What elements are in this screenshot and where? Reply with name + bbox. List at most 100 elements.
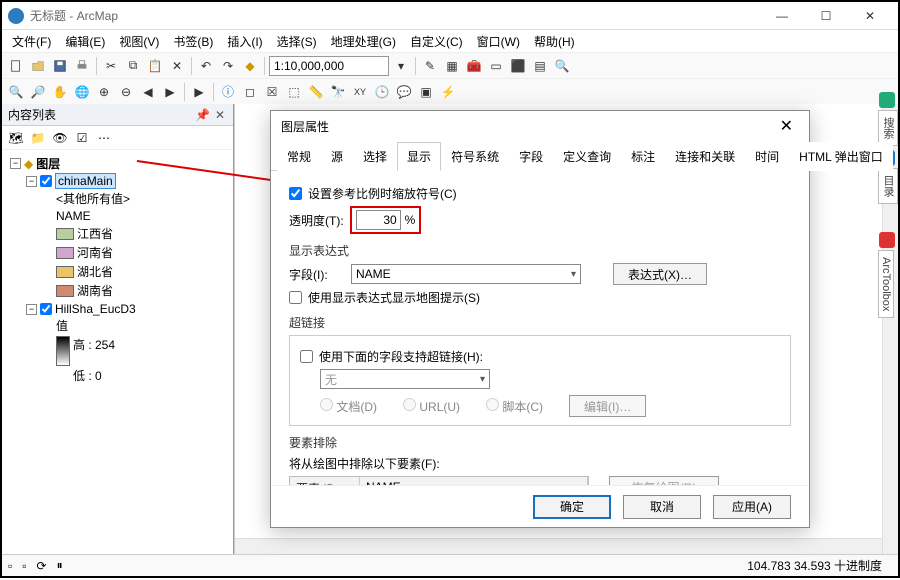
restore-drawing-button[interactable]: 恢复绘图(R)	[609, 476, 719, 485]
menu-view[interactable]: 视图(V)	[113, 31, 165, 52]
redo-icon[interactable]: ↷	[218, 56, 238, 76]
scale-symbols-checkbox[interactable]	[289, 187, 302, 200]
tab-fields[interactable]: 字段	[509, 142, 553, 171]
measure-icon[interactable]: 📏	[306, 82, 326, 102]
menu-insert[interactable]: 插入(I)	[221, 31, 268, 52]
fixed-zoom-in-icon[interactable]: ⊕	[94, 82, 114, 102]
tab-joins[interactable]: 连接和关联	[665, 142, 745, 171]
toc-pin-icon[interactable]: 📌	[196, 108, 210, 122]
paste-icon[interactable]: 📋	[145, 56, 165, 76]
hyperlink-enable-checkbox[interactable]	[300, 350, 313, 363]
layer-checkbox[interactable]	[40, 175, 52, 187]
maximize-button[interactable]: ☐	[804, 2, 848, 30]
legend-item[interactable]: 河南省	[77, 244, 113, 261]
field-combo[interactable]: NAME▾	[351, 264, 581, 284]
back-extent-icon[interactable]: ◀	[138, 82, 158, 102]
hyperlink-icon[interactable]: ⚡	[438, 82, 458, 102]
select-features-icon[interactable]: ◻	[240, 82, 260, 102]
cut-icon[interactable]: ✂	[101, 56, 121, 76]
print-icon[interactable]	[72, 56, 92, 76]
layer-hillshade[interactable]: HillSha_EucD3	[55, 302, 136, 316]
scale-combo[interactable]: 1:10,000,000	[269, 56, 389, 76]
add-data-icon[interactable]: ◆	[240, 56, 260, 76]
zoom-in-icon[interactable]: 🔍	[6, 82, 26, 102]
tab-time[interactable]: 时间	[745, 142, 789, 171]
tab-html-popup[interactable]: HTML 弹出窗口	[789, 142, 893, 171]
list-by-selection-icon[interactable]: ☑	[72, 128, 92, 148]
view-data-icon[interactable]: ▫	[8, 559, 12, 573]
swatch-icon[interactable]	[56, 228, 74, 240]
pan-icon[interactable]: ✋	[50, 82, 70, 102]
list-by-drawing-icon[interactable]: 🗺	[6, 128, 26, 148]
delete-icon[interactable]: ✕	[167, 56, 187, 76]
html-popup-icon[interactable]: 💬	[394, 82, 414, 102]
menu-edit[interactable]: 编辑(E)	[59, 31, 111, 52]
full-extent-icon[interactable]: 🌐	[72, 82, 92, 102]
zoom-out-icon[interactable]: 🔎	[28, 82, 48, 102]
tab-defquery[interactable]: 定义查询	[553, 142, 621, 171]
minimize-button[interactable]: —	[760, 2, 804, 30]
pause-icon[interactable]: ⏸	[57, 558, 63, 573]
catalog-icon[interactable]: ▤	[530, 56, 550, 76]
list-by-visibility-icon[interactable]: 👁	[50, 128, 70, 148]
apply-button[interactable]: 应用(A)	[713, 495, 791, 519]
tab-symbology[interactable]: 符号系统	[441, 142, 509, 171]
python-icon[interactable]: ▭	[486, 56, 506, 76]
list-by-source-icon[interactable]: 📁	[28, 128, 48, 148]
exclusion-table[interactable]: 要素 ID NAME	[289, 476, 589, 485]
find-icon[interactable]: 🔭	[328, 82, 348, 102]
legend-item[interactable]: 湖北省	[77, 263, 113, 280]
search-dock-icon[interactable]	[879, 92, 895, 108]
menu-file[interactable]: 文件(F)	[6, 31, 57, 52]
hyperlink-field-combo[interactable]: 无▾	[320, 369, 490, 389]
time-slider-icon[interactable]: 🕒	[372, 82, 392, 102]
collapse-icon[interactable]: −	[10, 158, 21, 169]
collapse-icon[interactable]: −	[26, 176, 37, 187]
edit-script-button[interactable]: 编辑(I)…	[569, 395, 646, 417]
viewer-icon[interactable]: ▣	[416, 82, 436, 102]
new-icon[interactable]	[6, 56, 26, 76]
refresh-icon[interactable]: ⟳	[37, 559, 47, 573]
other-values[interactable]: <其他所有值>	[56, 190, 130, 207]
tab-general[interactable]: 常规	[277, 142, 321, 171]
layer-checkbox[interactable]	[40, 303, 52, 315]
select-elements-icon[interactable]: ⬚	[284, 82, 304, 102]
toolbox-icon[interactable]: 🧰	[464, 56, 484, 76]
swatch-icon[interactable]	[56, 285, 74, 297]
view-layout-icon[interactable]: ▫	[22, 559, 26, 573]
transparency-input[interactable]	[356, 210, 401, 230]
toc-options-icon[interactable]: ⋯	[94, 128, 114, 148]
scale-dropdown-icon[interactable]: ▾	[391, 56, 411, 76]
arctoolbox-dock-icon[interactable]	[879, 232, 895, 248]
legend-item[interactable]: 江西省	[77, 225, 113, 242]
search-icon[interactable]: 🔍	[552, 56, 572, 76]
toc-close-icon[interactable]: ✕	[213, 108, 227, 122]
menu-bookmarks[interactable]: 书签(B)	[167, 31, 219, 52]
layer-chinamain[interactable]: chinaMain	[55, 173, 116, 189]
clear-selection-icon[interactable]: ☒	[262, 82, 282, 102]
catalog-dock-tab[interactable]: 目录	[878, 168, 898, 204]
ok-button[interactable]: 确定	[533, 495, 611, 519]
dialog-titlebar[interactable]: 图层属性 ✕	[271, 111, 809, 141]
radio-url[interactable]: URL(U)	[403, 398, 460, 414]
menu-customize[interactable]: 自定义(C)	[404, 31, 469, 52]
cancel-button[interactable]: 取消	[623, 495, 701, 519]
radio-script[interactable]: 脚本(C)	[486, 398, 543, 415]
arctoolbox-dock-tab[interactable]: ArcToolbox	[878, 250, 894, 318]
tab-selection[interactable]: 选择	[353, 142, 397, 171]
expression-button[interactable]: 表达式(X)…	[613, 263, 707, 285]
forward-extent-icon[interactable]: ▶	[160, 82, 180, 102]
swatch-icon[interactable]	[56, 247, 74, 259]
collapse-icon[interactable]: −	[26, 304, 37, 315]
gradient-swatch[interactable]	[56, 336, 70, 366]
radio-document[interactable]: 文档(D)	[320, 398, 377, 415]
table-icon[interactable]: ▦	[442, 56, 462, 76]
layers-root[interactable]: 图层	[36, 155, 60, 172]
editor-toolbar-icon[interactable]: ✎	[420, 56, 440, 76]
menu-help[interactable]: 帮助(H)	[528, 31, 581, 52]
menu-select[interactable]: 选择(S)	[271, 31, 323, 52]
search-dock-tab[interactable]: 搜索	[878, 110, 898, 146]
tab-display[interactable]: 显示	[397, 142, 441, 171]
goto-xy-icon[interactable]: XY	[350, 82, 370, 102]
undo-icon[interactable]: ↶	[196, 56, 216, 76]
